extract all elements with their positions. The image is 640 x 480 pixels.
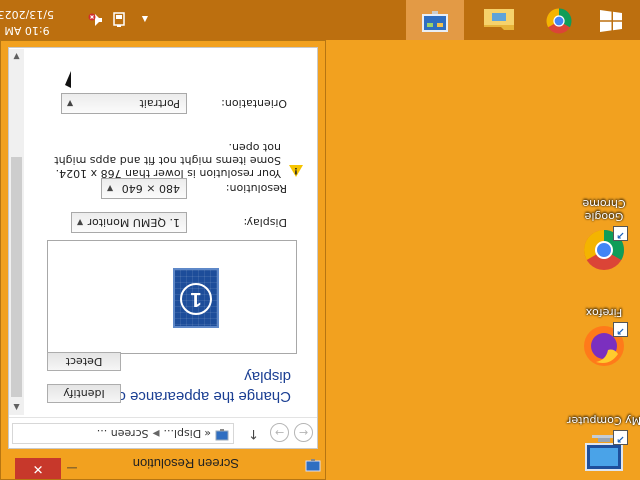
monitor-preview: 1: [47, 240, 297, 354]
screen-resolution-icon: [420, 5, 450, 36]
title-bar[interactable]: Screen Resolution — ✕: [1, 449, 325, 479]
start-button[interactable]: [582, 0, 640, 40]
vertical-scrollbar[interactable]: ▲ ▼: [9, 49, 24, 415]
clock-time: 9:10 AM: [4, 24, 50, 37]
window-title: Screen Resolution: [132, 456, 239, 471]
orientation-label: Orientation:: [221, 97, 287, 110]
chevron-down-icon: ▼: [66, 99, 74, 108]
desktop-icon-firefox[interactable]: ↗ Firefox: [566, 306, 640, 370]
computer-icon: ↗: [580, 430, 628, 478]
window-content: ← → ↑ « Displ... ▶ Screen ... ▲ ▼ Change…: [8, 47, 318, 449]
desktop-icon-label: My Computer: [566, 414, 640, 427]
taskbar-clock[interactable]: 9:10 AM 5/13/2023: [0, 6, 54, 38]
breadcrumb-display[interactable]: Displ...: [163, 427, 201, 440]
desktop-icon-label: Google Chrome: [582, 197, 626, 223]
minimize-icon: —: [66, 462, 78, 475]
windows-logo-icon: [599, 7, 623, 34]
mouse-cursor-icon: [65, 71, 71, 88]
close-icon: ✕: [32, 461, 44, 476]
display-value: 1. QEMU Monitor: [87, 216, 180, 229]
address-bar[interactable]: « Displ... ▶ Screen ...: [12, 423, 234, 444]
resolution-warning: Your resolution is lower than 768 x 1024…: [54, 141, 281, 180]
up-button[interactable]: ↑: [248, 426, 259, 441]
resolution-value: 480 × 640: [121, 182, 180, 195]
desktop-icon-my-computer[interactable]: ↗ My Computer: [566, 414, 640, 478]
scroll-up-icon[interactable]: ▲: [9, 400, 24, 415]
volume-muted-icon[interactable]: [88, 0, 104, 40]
chrome-icon: ↗: [580, 226, 628, 274]
screen-resolution-window: Screen Resolution — ✕ ← → ↑ « Displ... ▶…: [0, 40, 326, 480]
taskbar: ▲ 9:10 AM 5/13/2023: [0, 0, 640, 40]
show-hidden-icons-button[interactable]: ▲: [142, 0, 148, 40]
scroll-thumb[interactable]: [11, 157, 22, 397]
chevron-down-icon: ▼: [106, 184, 114, 193]
monitor-icon[interactable]: 1: [173, 268, 219, 328]
detect-button[interactable]: Detect: [47, 352, 121, 371]
breadcrumb-overflow[interactable]: «: [204, 427, 211, 440]
window-app-icon: [305, 454, 321, 473]
taskbar-chrome-button[interactable]: [530, 0, 588, 40]
scroll-down-icon[interactable]: ▼: [9, 49, 24, 64]
back-button[interactable]: ←: [294, 423, 313, 442]
chevron-down-icon: ▼: [76, 218, 84, 227]
firefox-icon: ↗: [580, 322, 628, 370]
file-explorer-icon: [482, 4, 516, 37]
battery-icon[interactable]: [112, 0, 126, 40]
forward-button[interactable]: →: [270, 423, 289, 442]
resolution-select[interactable]: 480 × 640 ▼: [101, 178, 187, 199]
desktop: ↗ My Computer ↗ Firefox ↗ Google Chrome …: [0, 0, 640, 480]
desktop-icon-label: Firefox: [585, 306, 623, 319]
clock-date: 5/13/2023: [0, 8, 54, 21]
identify-button[interactable]: Identify: [47, 384, 121, 403]
orientation-select[interactable]: Portrait ▼: [61, 93, 187, 114]
chrome-icon: [544, 4, 574, 37]
desktop-icon-google-chrome[interactable]: ↗ Google Chrome: [566, 197, 640, 274]
close-button[interactable]: ✕: [15, 458, 61, 479]
breadcrumb-separator-icon[interactable]: ▶: [153, 429, 160, 439]
resolution-label: Resolution:: [225, 182, 287, 195]
breadcrumb-screen-resolution[interactable]: Screen ...: [97, 427, 149, 440]
taskbar-file-explorer-button[interactable]: [470, 0, 528, 40]
warning-icon: !: [289, 165, 303, 177]
orientation-value: Portrait: [139, 97, 180, 110]
monitor-number: 1: [180, 283, 212, 315]
taskbar-screen-resolution-button[interactable]: [406, 0, 464, 40]
navigation-bar: ← → ↑ « Displ... ▶ Screen ...: [9, 417, 317, 448]
display-label: Display:: [243, 216, 287, 229]
minimize-button[interactable]: —: [61, 458, 83, 479]
address-icon: [215, 426, 229, 442]
display-select[interactable]: 1. QEMU Monitor ▼: [71, 212, 187, 233]
